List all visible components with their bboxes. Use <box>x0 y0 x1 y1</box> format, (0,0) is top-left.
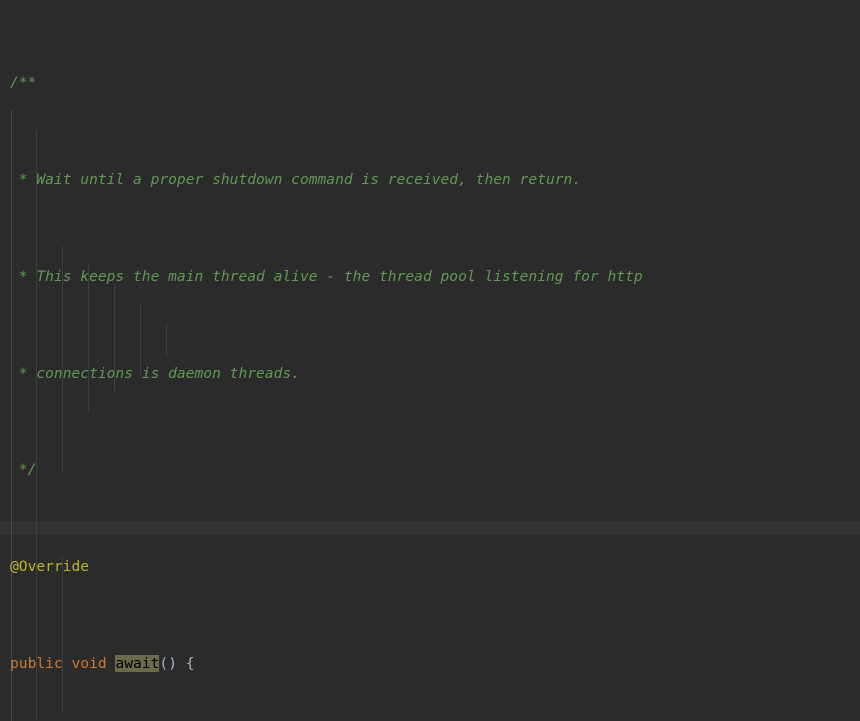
javadoc-text: * This keeps the main thread alive - the… <box>10 267 643 285</box>
javadoc-text: * connections is daemon threads. <box>10 364 300 382</box>
code-line[interactable]: * Wait until a proper shutdown command i… <box>0 170 860 189</box>
code-line[interactable]: @Override <box>0 557 860 576</box>
code-content[interactable]: /** * Wait until a proper shutdown comma… <box>0 0 860 721</box>
javadoc-open: /** <box>10 74 37 92</box>
code-editor[interactable]: /** * Wait until a proper shutdown comma… <box>0 0 860 721</box>
code-line[interactable]: */ <box>0 460 860 479</box>
code-line[interactable]: /** <box>0 73 860 92</box>
code-line[interactable]: * This keeps the main thread alive - the… <box>0 267 860 286</box>
javadoc-close: */ <box>10 461 37 479</box>
code-line[interactable]: public void await() { <box>0 654 860 673</box>
annotation-override[interactable]: @Override <box>10 558 89 575</box>
keyword-void: void <box>71 654 107 672</box>
code-line[interactable]: * connections is daemon threads. <box>0 364 860 383</box>
keyword-public: public <box>10 654 63 672</box>
method-name-await-highlighted[interactable]: await <box>115 654 160 672</box>
javadoc-text: * Wait until a proper shutdown command i… <box>10 171 582 189</box>
